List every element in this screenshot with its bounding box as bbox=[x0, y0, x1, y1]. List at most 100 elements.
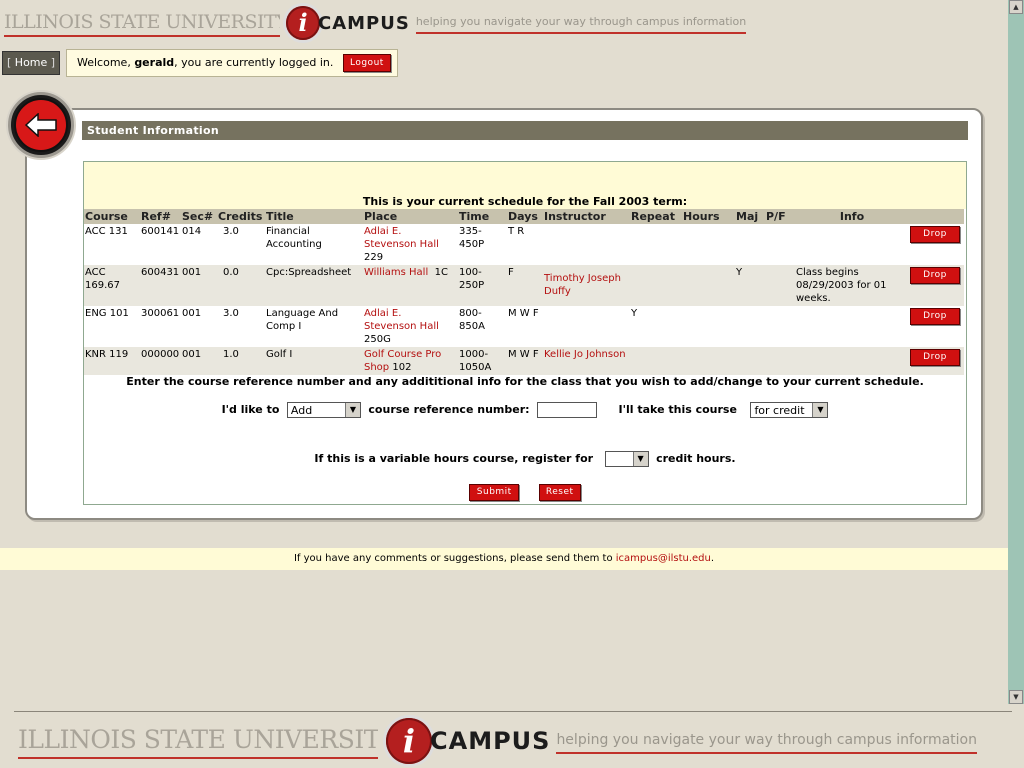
header-tagline: helping you navigate your way through ca… bbox=[415, 12, 747, 34]
col-header bbox=[909, 209, 964, 224]
icampus-logo-text: CAMPUS bbox=[318, 12, 410, 34]
col-header: Credits bbox=[217, 209, 265, 224]
ref-label: course reference number: bbox=[368, 403, 530, 416]
logout-button[interactable]: Logout bbox=[342, 54, 391, 72]
isu-wordmark: ILLINOIS STATE UNIVERSITY bbox=[18, 723, 378, 759]
bottom-divider bbox=[14, 711, 1012, 712]
username: gerald bbox=[134, 56, 175, 69]
cell-title: Financial Accounting bbox=[265, 224, 363, 265]
cell-maj bbox=[735, 224, 765, 265]
bracket-left: [ bbox=[7, 56, 15, 69]
table-row: ACC 131 600141 014 3.0 Financial Account… bbox=[84, 224, 964, 265]
cell-instructor[interactable]: Kellie Jo Johnson bbox=[543, 347, 630, 375]
take-course-label: I'll take this course bbox=[618, 403, 737, 416]
cell-place: Williams Hall 1C bbox=[363, 265, 458, 306]
drop-button[interactable]: Drop bbox=[910, 267, 960, 284]
credit-select-value: for credit bbox=[754, 404, 805, 417]
cell-ref: 600431 bbox=[140, 265, 181, 306]
cell-action: Drop bbox=[909, 265, 964, 306]
schedule-title: This is your current schedule for the Fa… bbox=[362, 195, 688, 208]
footer-email-link[interactable]: icampus@ilstu.edu bbox=[616, 553, 711, 564]
place-link[interactable]: Williams Hall bbox=[364, 267, 428, 278]
cell-action: Drop bbox=[909, 224, 964, 265]
cell-sec: 001 bbox=[181, 265, 217, 306]
footer-tagline: helping you navigate your way through ca… bbox=[556, 728, 977, 754]
footer-brand: ILLINOIS STATE UNIVERSITY i CAMPUS helpi… bbox=[18, 716, 1008, 766]
welcome-prefix: Welcome, bbox=[77, 56, 135, 69]
cell-time: 1000-1050A bbox=[458, 347, 507, 375]
credit-hours-label: credit hours. bbox=[656, 452, 736, 465]
col-header: Repeat bbox=[630, 209, 682, 224]
cell-place: Golf Course Pro Shop 102 bbox=[363, 347, 458, 375]
like-to-label: I'd like to bbox=[221, 403, 280, 416]
drop-button[interactable]: Drop bbox=[910, 226, 960, 243]
cell-repeat bbox=[630, 347, 682, 375]
col-header: Ref# bbox=[140, 209, 181, 224]
back-button[interactable] bbox=[8, 92, 74, 158]
cell-title: Language And Comp I bbox=[265, 306, 363, 347]
table-row: ENG 101 300061 001 3.0 Language And Comp… bbox=[84, 306, 964, 347]
cell-sec: 014 bbox=[181, 224, 217, 265]
col-header: Place bbox=[363, 209, 458, 224]
cell-days: M W F bbox=[507, 306, 543, 347]
cell-days: F bbox=[507, 265, 543, 306]
bracket-right: ] bbox=[47, 56, 56, 69]
col-header: Title bbox=[265, 209, 363, 224]
cell-sec: 001 bbox=[181, 306, 217, 347]
cell-info bbox=[795, 224, 909, 265]
col-header: Sec# bbox=[181, 209, 217, 224]
home-label: Home bbox=[14, 56, 48, 69]
drop-button[interactable]: Drop bbox=[910, 308, 960, 325]
cell-credits: 0.0 bbox=[217, 265, 265, 306]
icampus-logo-icon: i bbox=[286, 6, 320, 40]
cell-title: Golf I bbox=[265, 347, 363, 375]
form-instructions: Enter the course reference number and an… bbox=[126, 375, 924, 388]
cell-course: ACC 131 bbox=[84, 224, 140, 265]
cell-days: T R bbox=[507, 224, 543, 265]
schedule-content-box: This is your current schedule for the Fa… bbox=[83, 161, 967, 505]
section-title-bar: Student Information bbox=[82, 121, 968, 140]
cell-hours bbox=[682, 224, 735, 265]
cell-repeat bbox=[630, 265, 682, 306]
dropdown-arrow-icon: ▼ bbox=[344, 403, 360, 417]
reset-button[interactable]: Reset bbox=[538, 484, 581, 501]
schedule-header-area: This is your current schedule for the Fa… bbox=[84, 162, 966, 209]
submit-button[interactable]: Submit bbox=[469, 484, 520, 501]
col-header: P/F bbox=[765, 209, 795, 224]
col-header: Course bbox=[84, 209, 140, 224]
back-circle bbox=[8, 92, 74, 158]
cell-action: Drop bbox=[909, 306, 964, 347]
credit-select[interactable]: for credit ▼ bbox=[750, 402, 829, 418]
cell-credits: 1.0 bbox=[217, 347, 265, 375]
cell-info bbox=[795, 347, 909, 375]
scroll-up-icon[interactable]: ▲ bbox=[1009, 0, 1023, 14]
hours-select[interactable]: ▼ bbox=[604, 451, 649, 467]
action-select[interactable]: Add ▼ bbox=[286, 402, 361, 418]
form-buttons: Submit Reset bbox=[84, 484, 966, 501]
cell-sec: 001 bbox=[181, 347, 217, 375]
home-button[interactable]: [ Home ] bbox=[2, 51, 61, 75]
dropdown-arrow-icon: ▼ bbox=[812, 403, 828, 417]
cell-instructor[interactable] bbox=[543, 306, 630, 347]
ref-number-input[interactable] bbox=[537, 402, 598, 418]
cell-place: Adlai E. Stevenson Hall 250G bbox=[363, 306, 458, 347]
place-room: 250G bbox=[364, 334, 391, 345]
cell-course: ENG 101 bbox=[84, 306, 140, 347]
drop-button[interactable]: Drop bbox=[910, 349, 960, 366]
cell-repeat: Y bbox=[630, 306, 682, 347]
cell-course: KNR 119 bbox=[84, 347, 140, 375]
place-link[interactable]: Adlai E. Stevenson Hall bbox=[364, 226, 439, 250]
cell-credits: 3.0 bbox=[217, 306, 265, 347]
cell-credits: 3.0 bbox=[217, 224, 265, 265]
schedule-table: Course Ref# Sec# Credits Title Place Tim… bbox=[84, 209, 964, 375]
cell-ref: 600141 bbox=[140, 224, 181, 265]
cell-instructor[interactable]: Timothy Joseph Duffy bbox=[543, 265, 630, 306]
cell-instructor[interactable] bbox=[543, 224, 630, 265]
cell-hours bbox=[682, 306, 735, 347]
footer-text: If you have any comments or suggestions,… bbox=[293, 553, 616, 564]
vertical-scrollbar[interactable]: ▲ ▼ bbox=[1008, 0, 1024, 704]
place-link[interactable]: Adlai E. Stevenson Hall bbox=[364, 308, 439, 332]
scroll-down-icon[interactable]: ▼ bbox=[1009, 690, 1023, 704]
cell-maj bbox=[735, 347, 765, 375]
table-row: ACC 169.67 600431 001 0.0 Cpc:Spreadshee… bbox=[84, 265, 964, 306]
